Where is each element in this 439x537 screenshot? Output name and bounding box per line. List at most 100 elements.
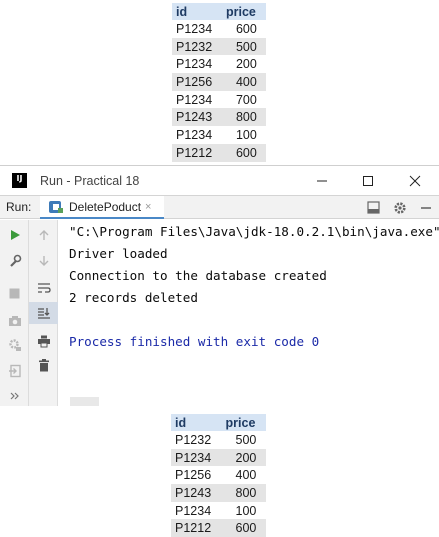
tab-label: DeletePoduct <box>69 199 142 214</box>
soft-wrap-icon <box>37 283 51 293</box>
cell-id: P1232 <box>172 37 222 56</box>
run-actions-bar <box>0 220 29 406</box>
hide-button[interactable] <box>414 196 438 219</box>
tab-deletepoduct[interactable]: DeletePoduct × <box>40 196 164 219</box>
cell-id: P1234 <box>176 21 213 36</box>
settings-icon <box>8 339 21 351</box>
cell-id: P1243 <box>171 484 222 502</box>
soft-wrap-button[interactable] <box>29 277 58 299</box>
settings-tool-button[interactable] <box>0 334 29 356</box>
console-line-exit: Process finished with exit code 0 <box>69 334 320 349</box>
table-header-row: id price <box>172 3 266 20</box>
stop-icon <box>9 288 20 298</box>
column-header-price: price <box>221 414 266 431</box>
hide-icon <box>421 206 431 209</box>
cell-price: 800 <box>221 484 266 502</box>
cell-id: P1232 <box>175 432 212 447</box>
window-title-bar[interactable]: IJ Run - Practical 18 <box>0 165 439 195</box>
column-header-id: id <box>172 3 222 20</box>
intellij-icon: IJ <box>12 173 27 188</box>
print-button[interactable] <box>29 330 58 352</box>
table-row: P1234 200 <box>172 55 266 73</box>
java-class-icon <box>48 200 64 214</box>
cell-id: P1234 <box>171 448 222 467</box>
products-table-after: id price P1232 500 P1234 200 P1256 400 P124… <box>171 414 266 537</box>
console-line: Connection to the database created <box>69 268 327 283</box>
run-toolbar: Run: DeletePoduct × <box>0 195 439 219</box>
console-line: Driver loaded <box>69 246 168 261</box>
screenshot-root: id price P1234 600 P1232 500 P1234 200 P125… <box>0 0 439 537</box>
maximize-icon <box>363 176 373 186</box>
table-row: P1234 100 <box>171 502 266 520</box>
cell-id: P1234 <box>175 503 212 518</box>
stop-button[interactable] <box>0 282 29 304</box>
rerun-button[interactable] <box>0 224 29 246</box>
cell-price: 400 <box>221 73 266 91</box>
cell-price: 200 <box>235 57 257 72</box>
cell-id: P1212 <box>172 143 222 162</box>
run-label: Run: <box>6 200 32 214</box>
table-row: P1243 800 <box>172 108 266 127</box>
cell-price: 200 <box>221 448 266 467</box>
screenshot-button[interactable] <box>0 310 29 332</box>
cell-id: P1212 <box>171 519 222 537</box>
products-table-before: id price P1234 600 P1232 500 P1234 200 P125… <box>172 3 266 162</box>
up-arrow-icon <box>39 230 48 240</box>
cell-price: 100 <box>235 503 257 518</box>
table-row: P1243 800 <box>171 484 266 502</box>
cell-id: P1234 <box>176 92 213 107</box>
previous-occurrence-button[interactable] <box>29 224 58 246</box>
cell-id: P1256 <box>172 73 222 91</box>
table-row: P1232 500 <box>172 37 266 56</box>
console-actions-bar <box>29 220 58 406</box>
print-icon <box>37 335 50 347</box>
settings-button[interactable] <box>388 196 412 219</box>
cell-id: P1243 <box>172 108 222 127</box>
down-arrow-icon <box>39 256 48 266</box>
table-header-row: id price <box>171 414 266 431</box>
console-line: "C:\Program Files\Java\jdk-18.0.2.1\bin\… <box>69 224 439 239</box>
minimize-icon <box>317 180 327 182</box>
close-button[interactable] <box>392 166 438 196</box>
clear-all-button[interactable] <box>29 354 58 376</box>
close-icon <box>409 175 421 187</box>
scroll-to-end-button[interactable] <box>29 302 58 324</box>
table-row: P1212 600 <box>172 143 266 162</box>
rerun-icon <box>10 230 20 240</box>
minimize-button[interactable] <box>299 166 345 196</box>
camera-icon <box>8 316 21 326</box>
next-occurrence-button[interactable] <box>29 250 58 272</box>
modify-config-button[interactable] <box>0 250 29 272</box>
console-line: 2 records deleted <box>69 290 198 305</box>
cell-id: P1234 <box>176 57 213 72</box>
cell-price: 700 <box>235 92 257 107</box>
column-header-price: price <box>221 3 266 20</box>
exit-button[interactable] <box>0 360 29 382</box>
scroll-to-end-icon <box>37 308 50 319</box>
cell-price: 800 <box>221 108 266 127</box>
cell-price: 600 <box>221 519 266 537</box>
cell-price: 500 <box>221 37 266 56</box>
layout-button[interactable] <box>361 196 385 219</box>
table-row: P1232 500 <box>171 431 266 449</box>
console-output[interactable]: "C:\Program Files\Java\jdk-18.0.2.1\bin\… <box>58 220 439 406</box>
cell-price: 500 <box>235 432 257 447</box>
more-icon <box>10 392 19 400</box>
table-row: P1256 400 <box>171 466 266 484</box>
cell-price: 400 <box>235 468 257 483</box>
trash-icon <box>38 358 49 371</box>
horizontal-scrollbar[interactable] <box>70 397 99 406</box>
exit-icon <box>8 364 21 378</box>
table-row: P1212 600 <box>171 519 266 537</box>
cell-price: 600 <box>221 143 266 162</box>
cell-price: 600 <box>235 21 257 36</box>
table-row: P1256 400 <box>172 73 266 91</box>
window-title: Run - Practical 18 <box>40 173 140 188</box>
gear-icon <box>394 201 406 214</box>
more-button[interactable] <box>0 385 29 407</box>
cell-id: P1234 <box>176 127 213 142</box>
cell-price: 100 <box>235 127 257 142</box>
tab-close-icon[interactable]: × <box>145 201 151 213</box>
maximize-button[interactable] <box>345 166 391 196</box>
wrench-icon <box>9 254 21 267</box>
